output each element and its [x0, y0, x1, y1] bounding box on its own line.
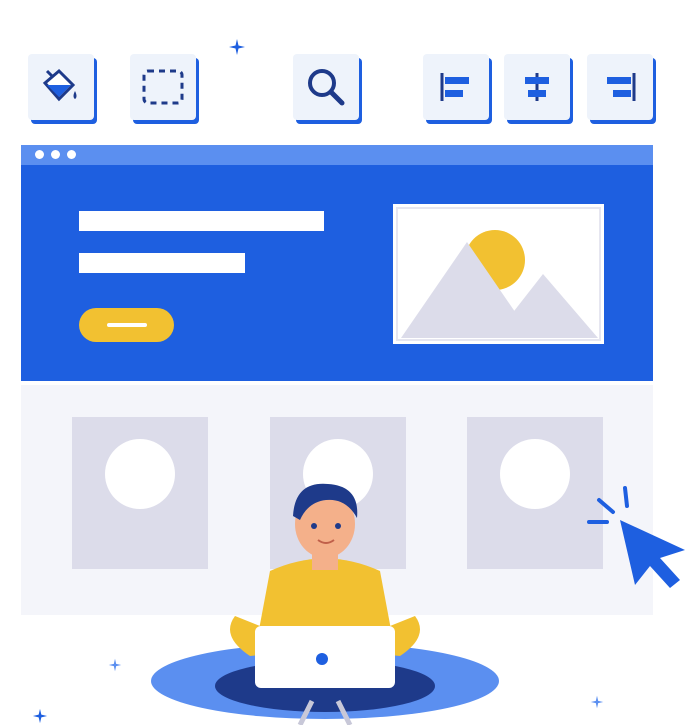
person-with-laptop-illustration: [151, 483, 499, 725]
sparkle-icon: [590, 695, 604, 709]
cta-label-line: [107, 323, 147, 327]
align-right-tool[interactable]: [587, 54, 653, 120]
selection-marquee-icon: [142, 69, 184, 105]
sparkle-icon: [108, 658, 122, 672]
window-dot: [35, 150, 44, 159]
hero-subheading-line: [79, 253, 245, 273]
image-placeholder-icon: [393, 204, 604, 344]
window-dot: [67, 150, 76, 159]
align-center-tool[interactable]: [504, 54, 570, 120]
paint-bucket-tool[interactable]: [28, 54, 94, 120]
sparkle-icon: [229, 39, 245, 55]
paint-bucket-icon: [42, 68, 77, 102]
hero-cta-button[interactable]: [79, 308, 174, 342]
card-image-placeholder: [500, 439, 570, 509]
align-right-icon: [607, 73, 636, 101]
browser-window: [21, 145, 653, 381]
align-left-icon: [440, 73, 469, 101]
sparkle-icon: [32, 708, 48, 724]
search-icon: [308, 69, 345, 106]
hero-heading-line: [79, 211, 324, 231]
window-dot: [51, 150, 60, 159]
selection-tool[interactable]: [130, 54, 196, 120]
search-tool[interactable]: [293, 54, 359, 120]
browser-title-bar: [21, 145, 653, 165]
align-center-icon: [525, 73, 549, 101]
pointer-cursor-icon: [587, 486, 685, 588]
align-left-tool[interactable]: [423, 54, 489, 120]
